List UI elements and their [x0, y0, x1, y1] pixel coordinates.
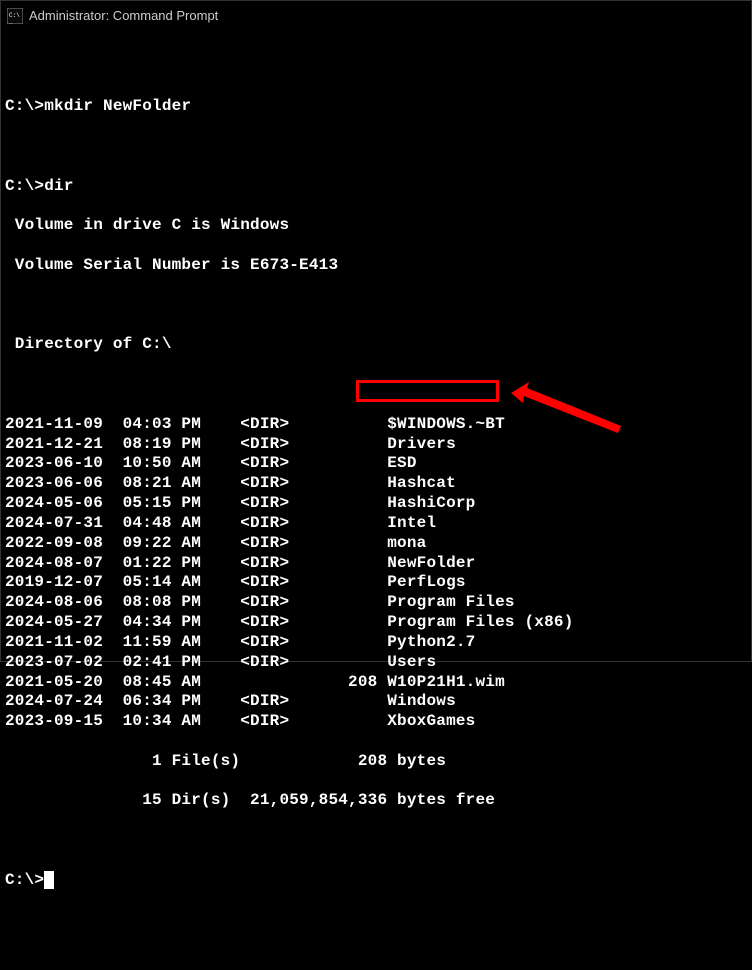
- prompt: C:\>: [5, 97, 44, 115]
- list-item: 2024-08-06 08:08 PM <DIR> Program Files: [5, 593, 747, 613]
- command-text: mkdir NewFolder: [44, 97, 191, 115]
- prompt: C:\>: [5, 871, 44, 889]
- serial-line: Volume Serial Number is E673-E413: [5, 256, 747, 276]
- list-item: 2021-12-21 08:19 PM <DIR> Drivers: [5, 435, 747, 455]
- list-item: 2023-09-15 10:34 AM <DIR> XboxGames: [5, 712, 747, 732]
- prompt-line: C:\>: [5, 871, 747, 891]
- prompt: C:\>: [5, 177, 44, 195]
- list-item: 2021-05-20 08:45 AM 208 W10P21H1.wim: [5, 673, 747, 693]
- list-item: 2021-11-09 04:03 PM <DIR> $WINDOWS.~BT: [5, 415, 747, 435]
- window-title: Administrator: Command Prompt: [29, 8, 218, 23]
- command-text: dir: [44, 177, 73, 195]
- cmd-icon: C:\ _: [7, 8, 23, 24]
- empty-line: [5, 58, 747, 78]
- svg-text:_: _: [8, 18, 13, 24]
- list-item: 2024-05-27 04:34 PM <DIR> Program Files …: [5, 613, 747, 633]
- list-item: 2023-07-02 02:41 PM <DIR> Users: [5, 653, 747, 673]
- volume-line: Volume in drive C is Windows: [5, 216, 747, 236]
- directory-listing: 2021-11-09 04:03 PM <DIR> $WINDOWS.~BT20…: [5, 415, 747, 732]
- list-item: 2024-08-07 01:22 PM <DIR> NewFolder: [5, 554, 747, 574]
- empty-line: [5, 831, 747, 851]
- list-item: 2024-07-31 04:48 AM <DIR> Intel: [5, 514, 747, 534]
- terminal-output[interactable]: C:\>mkdir NewFolder C:\>dir Volume in dr…: [0, 30, 752, 662]
- window-titlebar: C:\ _ Administrator: Command Prompt: [0, 0, 752, 30]
- summary-dirs: 15 Dir(s) 21,059,854,336 bytes free: [5, 791, 747, 811]
- directory-line: Directory of C:\: [5, 335, 747, 355]
- command-line-1: C:\>mkdir NewFolder: [5, 97, 747, 117]
- list-item: 2021-11-02 11:59 AM <DIR> Python2.7: [5, 633, 747, 653]
- list-item: 2019-12-07 05:14 AM <DIR> PerfLogs: [5, 573, 747, 593]
- empty-line: [5, 137, 747, 157]
- list-item: 2024-05-06 05:15 PM <DIR> HashiCorp: [5, 494, 747, 514]
- summary-files: 1 File(s) 208 bytes: [5, 752, 747, 772]
- empty-line: [5, 375, 747, 395]
- list-item: 2024-07-24 06:34 PM <DIR> Windows: [5, 692, 747, 712]
- cursor: [44, 871, 54, 889]
- list-item: 2023-06-10 10:50 AM <DIR> ESD: [5, 454, 747, 474]
- empty-line: [5, 296, 747, 316]
- list-item: 2023-06-06 08:21 AM <DIR> Hashcat: [5, 474, 747, 494]
- list-item: 2022-09-08 09:22 AM <DIR> mona: [5, 534, 747, 554]
- command-line-2: C:\>dir: [5, 177, 747, 197]
